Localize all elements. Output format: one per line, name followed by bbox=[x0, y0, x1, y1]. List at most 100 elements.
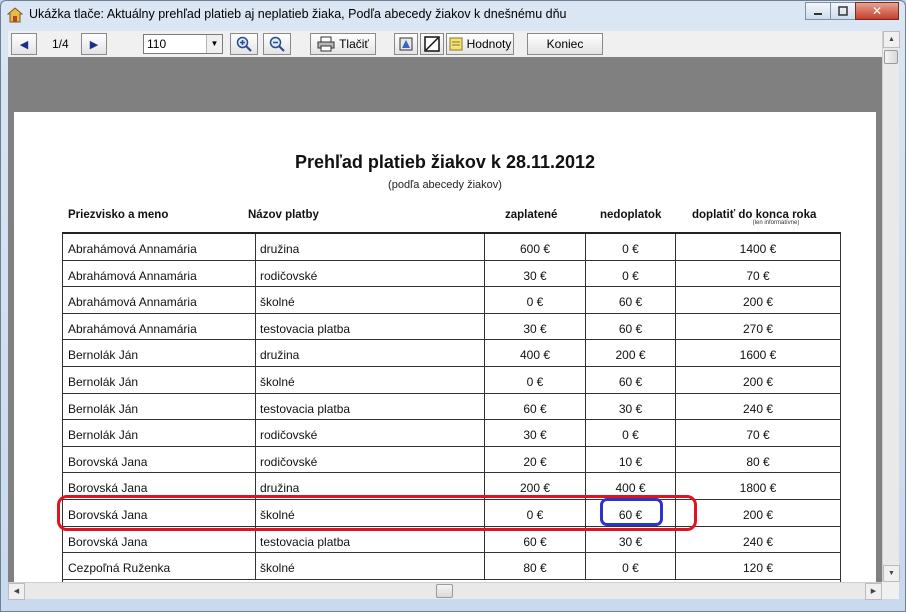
scroll-up-icon[interactable]: ▲ bbox=[883, 31, 900, 48]
cell-payment-name: školné bbox=[255, 287, 485, 313]
cell-due: 200 € bbox=[675, 500, 840, 526]
table-row: Borovská Jana rodičovské 20 €10 €80 € bbox=[63, 446, 840, 474]
cell-unpaid: 0 € bbox=[585, 553, 675, 579]
zoom-in-icon bbox=[236, 36, 252, 52]
cell-unpaid: 60 € bbox=[585, 313, 675, 340]
cell-unpaid: 60 € bbox=[585, 287, 675, 313]
maximize-icon bbox=[838, 6, 848, 16]
column-note-due: (len informatívne) bbox=[752, 220, 800, 226]
scroll-down-icon[interactable]: ▼ bbox=[883, 565, 900, 582]
zoom-value: 110 bbox=[147, 37, 167, 51]
maximize-button[interactable] bbox=[830, 2, 856, 20]
cell-student-name: Borovská Jana bbox=[68, 481, 148, 496]
cell-paid: 30 € bbox=[484, 313, 585, 340]
app-icon bbox=[7, 7, 23, 23]
table-row: Borovská Jana školné 0 €60 €200 € bbox=[63, 500, 840, 527]
diagonal-frame-icon bbox=[424, 36, 440, 52]
preview-area[interactable]: Prehľad platieb žiakov k 28.11.2012 (pod… bbox=[8, 57, 882, 582]
cell-unpaid: 10 € bbox=[585, 446, 675, 473]
cell-payment-name: školné bbox=[255, 367, 485, 393]
cell-paid: 600 € bbox=[484, 234, 585, 260]
previous-page-button[interactable]: ◀ bbox=[11, 33, 37, 55]
cell-due: 1800 € bbox=[675, 473, 840, 499]
column-header-unpaid: nedoplatok bbox=[600, 209, 662, 221]
cell-due: 200 € bbox=[675, 367, 840, 393]
cell-payment-name: testovacia platba bbox=[255, 393, 485, 420]
table-row: Abrahámová Annamária testovacia platba 30 … bbox=[63, 313, 840, 341]
table-row: Abrahámová Annamária školné 0 €60 €200 € bbox=[63, 287, 840, 314]
vertical-scrollbar[interactable]: ▲ ▼ bbox=[882, 31, 900, 582]
cell-due: 200 € bbox=[675, 287, 840, 313]
table-row: Bernolák Ján testovacia platba 60 €30 €240… bbox=[63, 393, 840, 421]
cell-payment-name: rodičovské bbox=[255, 446, 485, 473]
cell-payment-name: testovacia platba bbox=[255, 313, 485, 340]
cell-student-name: Abrahámová Annamária bbox=[68, 268, 197, 283]
cell-unpaid: 30 € bbox=[585, 393, 675, 420]
cell-payment-name: družina bbox=[255, 473, 485, 499]
cell-unpaid: 0 € bbox=[585, 420, 675, 446]
close-preview-button[interactable]: Koniec bbox=[527, 33, 603, 55]
cell-payment-name: družina bbox=[255, 234, 485, 260]
note-icon bbox=[449, 37, 463, 51]
cell-student-name: Borovská Jana bbox=[68, 534, 148, 549]
horizontal-scroll-thumb[interactable] bbox=[436, 584, 453, 598]
cell-unpaid: 60 € bbox=[585, 367, 675, 393]
zoom-select[interactable]: 110 ▼ bbox=[143, 34, 223, 54]
minimize-button[interactable] bbox=[805, 2, 831, 20]
cell-unpaid: 0 € bbox=[585, 260, 675, 287]
cell-student-name: Cezpoľná Ruženka bbox=[68, 561, 171, 576]
zoom-out-button[interactable] bbox=[263, 33, 291, 55]
print-button[interactable]: Tlačiť bbox=[310, 33, 376, 55]
column-header-payment: Názov platby bbox=[248, 209, 319, 221]
cell-unpaid: 200 € bbox=[585, 340, 675, 366]
column-header-name: Priezvisko a meno bbox=[68, 209, 169, 221]
values-button[interactable]: Hodnoty bbox=[446, 33, 514, 55]
title-bar[interactable]: Ukážka tlače: Aktuálny prehľad platieb a… bbox=[1, 1, 905, 29]
horizontal-scrollbar[interactable]: ◀ ▶ bbox=[8, 582, 882, 600]
report-title: Prehľad platieb žiakov k 28.11.2012 bbox=[294, 152, 596, 172]
vertical-scroll-thumb[interactable] bbox=[884, 50, 898, 64]
cell-unpaid: 0 € bbox=[585, 234, 675, 260]
close-window-button[interactable]: ✕ bbox=[855, 2, 899, 20]
table-row: Borovská Jana testovacia platba 60 €30 €24… bbox=[63, 526, 840, 554]
next-page-button[interactable]: ▶ bbox=[81, 33, 107, 55]
cell-due: 240 € bbox=[675, 393, 840, 420]
table-row: Cezpoľná Ruženka školné 80 €0 €120 € bbox=[63, 553, 840, 580]
close-preview-label: Koniec bbox=[546, 37, 584, 51]
cell-due: 120 € bbox=[675, 553, 840, 579]
cell-student-name: Borovská Jana bbox=[68, 508, 148, 522]
frame-toggle-button[interactable] bbox=[420, 33, 444, 55]
window-title: Ukážka tlače: Aktuálny prehľad platieb a… bbox=[29, 7, 567, 21]
cell-paid: 60 € bbox=[484, 526, 585, 553]
tools-icon bbox=[399, 37, 413, 51]
scroll-left-icon[interactable]: ◀ bbox=[8, 583, 25, 600]
cell-due: 70 € bbox=[675, 260, 840, 287]
settings-button[interactable] bbox=[394, 33, 418, 55]
column-header-paid: zaplatené bbox=[505, 209, 558, 221]
table-row: Abrahámová Annamária družina 600 €0 €1400 … bbox=[63, 234, 840, 261]
cell-paid: 30 € bbox=[484, 420, 585, 446]
cell-due: 80 € bbox=[675, 446, 840, 473]
cell-paid: 0 € bbox=[484, 287, 585, 313]
table-row: Bernolák Ján rodičovské 30 €0 €70 € bbox=[63, 420, 840, 447]
cell-student-name: Bernolák Ján bbox=[68, 428, 139, 443]
cell-payment-name: rodičovské bbox=[255, 420, 485, 446]
close-icon: ✕ bbox=[871, 4, 883, 18]
cell-payment-name: testovacia platba bbox=[255, 526, 485, 553]
cell-due: 1600 € bbox=[675, 340, 840, 366]
cell-paid: 400 € bbox=[484, 340, 585, 366]
scroll-right-icon[interactable]: ▶ bbox=[865, 583, 882, 600]
cell-student-name: Borovská Jana bbox=[68, 454, 148, 469]
cell-unpaid: 400 € bbox=[585, 473, 675, 499]
report-page: Prehľad platieb žiakov k 28.11.2012 (pod… bbox=[14, 112, 876, 582]
table-row: Abrahámová Annamária rodičovské 30 €0 €70 … bbox=[63, 260, 840, 288]
cell-paid: 0 € bbox=[484, 367, 585, 393]
zoom-out-icon bbox=[269, 36, 285, 52]
cell-student-name: Abrahámová Annamária bbox=[68, 242, 197, 256]
chevron-down-icon[interactable]: ▼ bbox=[206, 35, 222, 53]
cell-paid: 60 € bbox=[484, 393, 585, 420]
cell-unpaid: 30 € bbox=[585, 526, 675, 553]
zoom-in-button[interactable] bbox=[230, 33, 258, 55]
cell-payment-name: školné bbox=[255, 500, 485, 526]
cell-due: 240 € bbox=[675, 526, 840, 553]
